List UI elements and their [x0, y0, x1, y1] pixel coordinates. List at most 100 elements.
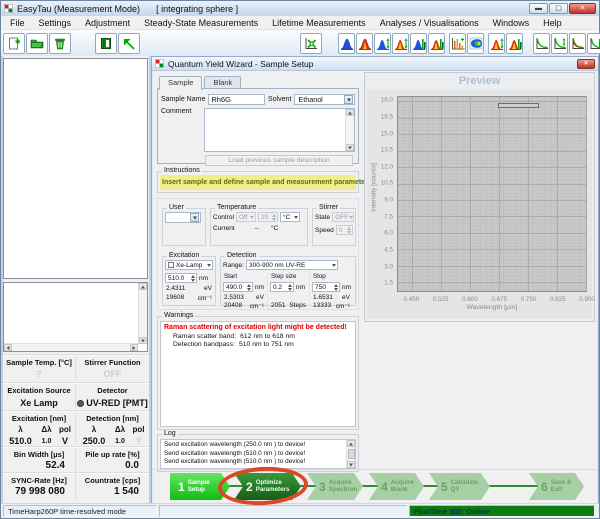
solvent-label: Solvent [268, 96, 291, 103]
x-tick-label: 0.825 [550, 296, 566, 303]
stirrer-state-select[interactable]: OFF [332, 212, 354, 222]
excitation-wavelength-spinner[interactable]: 510.0 [165, 273, 197, 283]
log-scrollbar[interactable] [346, 440, 355, 468]
warning-item-name: Detection bandpass: [173, 341, 235, 348]
excitation-source-label: Excitation Source [3, 386, 75, 395]
detail-list-hscrollbar[interactable] [4, 343, 138, 351]
menu-help[interactable]: Help [536, 18, 569, 28]
instrument-adjustment-icon[interactable] [300, 33, 322, 54]
excitation-wavelength-value: 510.0 [168, 275, 184, 282]
scroll-down-icon[interactable] [139, 337, 147, 344]
emission-kinetics-icon[interactable] [488, 33, 505, 54]
log-line: Send excitation wavelength (510.0 nm ) t… [164, 450, 344, 459]
decay-scan-icon[interactable] [551, 33, 568, 54]
tcspc-histogram-icon[interactable] [449, 33, 466, 54]
wizard-close-button[interactable]: ✕ [577, 59, 595, 69]
solvent-select[interactable]: Ethanol [294, 94, 355, 105]
detection-start-spinner[interactable]: 490.0 [223, 282, 253, 292]
scroll-up-icon[interactable] [346, 109, 354, 116]
x-tick-label: 0.450 [404, 296, 420, 303]
contour-plot-icon[interactable] [467, 33, 484, 54]
close-button[interactable]: ✕ [569, 3, 596, 14]
menu-windows[interactable]: Windows [486, 18, 537, 28]
step-calculate-qy[interactable]: 5 Calculate QY [429, 473, 490, 500]
decay-map-icon[interactable] [587, 33, 600, 54]
comment-textarea[interactable] [204, 108, 355, 152]
user-select[interactable] [165, 212, 201, 223]
status-spacer-cell [159, 505, 407, 517]
menu-settings[interactable]: Settings [32, 18, 79, 28]
detail-list[interactable] [3, 282, 148, 352]
excitation-nm-label: Excitation [nm] [3, 414, 75, 423]
scroll-up-icon[interactable] [139, 283, 147, 290]
open-workspace-icon[interactable] [26, 33, 48, 54]
excitation-spectrum-icon[interactable] [338, 33, 355, 54]
scroll-left-icon[interactable] [4, 344, 12, 351]
manual-control-icon[interactable] [118, 33, 140, 54]
excitation-source-select[interactable]: Xe-Lamp [165, 260, 213, 270]
chevron-down-icon[interactable] [344, 95, 353, 104]
tab-sample[interactable]: Sample [159, 76, 202, 90]
sync-rate-label: SYNC-Rate [Hz] [3, 476, 75, 485]
maximize-button[interactable]: ▢ [549, 3, 568, 14]
scroll-down-icon[interactable] [347, 461, 355, 468]
load-previous-sample-button[interactable]: Load previous sample description [205, 155, 353, 166]
scroll-down-icon[interactable] [346, 144, 354, 151]
scroll-right-icon[interactable] [130, 344, 138, 351]
checkbox-icon[interactable] [168, 262, 174, 268]
detection-stop-spinner[interactable]: 750 [312, 282, 340, 292]
new-measurement-icon[interactable] [3, 33, 25, 54]
decay-measurement-icon[interactable] [533, 33, 550, 54]
excitation-series-icon[interactable] [410, 33, 427, 54]
wn-unit: cm⁻¹ [250, 302, 264, 310]
instructions-text: Insert sample and define sample and meas… [160, 175, 356, 190]
step-number: 6 [541, 480, 548, 494]
step-label: Acquire Blank [391, 480, 424, 494]
instructions-group: Instructions Insert sample and define sa… [157, 171, 359, 193]
stirrer-function-value: OFF [76, 369, 149, 379]
menu-file[interactable]: File [3, 18, 32, 28]
emission-series-icon[interactable] [428, 33, 445, 54]
detection-step-column: Step size 0.2 nm 2051Steps [267, 272, 309, 310]
temp-unit-select[interactable]: °C [280, 212, 300, 222]
temperature-group: Temperature Control Off 20 °C [210, 208, 308, 246]
excitation-source-value: Xe Lamp [3, 398, 75, 408]
menu-analyses-visualisations[interactable]: Analyses / Visualisations [373, 18, 486, 28]
detection-step-value: 0.2 [273, 284, 282, 291]
detector-value: UV-RED [PMT] [86, 398, 148, 408]
menu-adjustment[interactable]: Adjustment [78, 18, 137, 28]
warnings-box: Raman scattering of excitation light mig… [160, 321, 356, 427]
emission-scan-icon[interactable] [392, 33, 409, 54]
menu-steady-state-measurements[interactable]: Steady-State Measurements [137, 18, 265, 28]
sample-compartment-icon[interactable] [95, 33, 117, 54]
comment-scrollbar[interactable] [345, 109, 354, 151]
excitation-nm-unit: nm [199, 275, 208, 282]
measurement-list[interactable] [3, 58, 148, 279]
menu-lifetime-measurements[interactable]: Lifetime Measurements [265, 18, 373, 28]
detection-start-value: 490.0 [226, 284, 242, 291]
bin-width-value: 52.4 [3, 460, 75, 471]
minimize-button[interactable]: ▬ [529, 3, 548, 14]
emission-spectrum-icon[interactable] [356, 33, 373, 54]
sample-name-input[interactable]: Rh6G [208, 94, 265, 105]
temp-setpoint-spinner[interactable]: 20 [258, 212, 278, 222]
detection-range-select[interactable]: 300-900 nm UV-RE [246, 260, 338, 270]
excitation-label: Excitation [167, 252, 201, 259]
decay-series-icon[interactable] [569, 33, 586, 54]
scrollbar-thumb[interactable] [348, 449, 355, 459]
delete-icon[interactable] [49, 33, 71, 54]
excitation-wn-value: 19608 [166, 294, 184, 302]
stirrer-speed-spinner[interactable]: 0 [336, 225, 353, 235]
chevron-down-icon[interactable] [190, 213, 199, 222]
ev-unit: eV [342, 294, 350, 301]
detection-step-spinner[interactable]: 0.2 [270, 282, 294, 292]
tab-blank[interactable]: Blank [204, 76, 241, 88]
step-number: 4 [381, 480, 388, 494]
scroll-up-icon[interactable] [347, 440, 355, 447]
detail-list-vscrollbar[interactable] [138, 283, 147, 344]
emission-map-icon[interactable] [506, 33, 523, 54]
legend-box [498, 103, 539, 108]
excitation-scan-icon[interactable] [374, 33, 391, 54]
title-bar: EasyTau (Measurement Mode) [ integrating… [1, 1, 599, 16]
temp-control-select[interactable]: Off [236, 212, 256, 222]
